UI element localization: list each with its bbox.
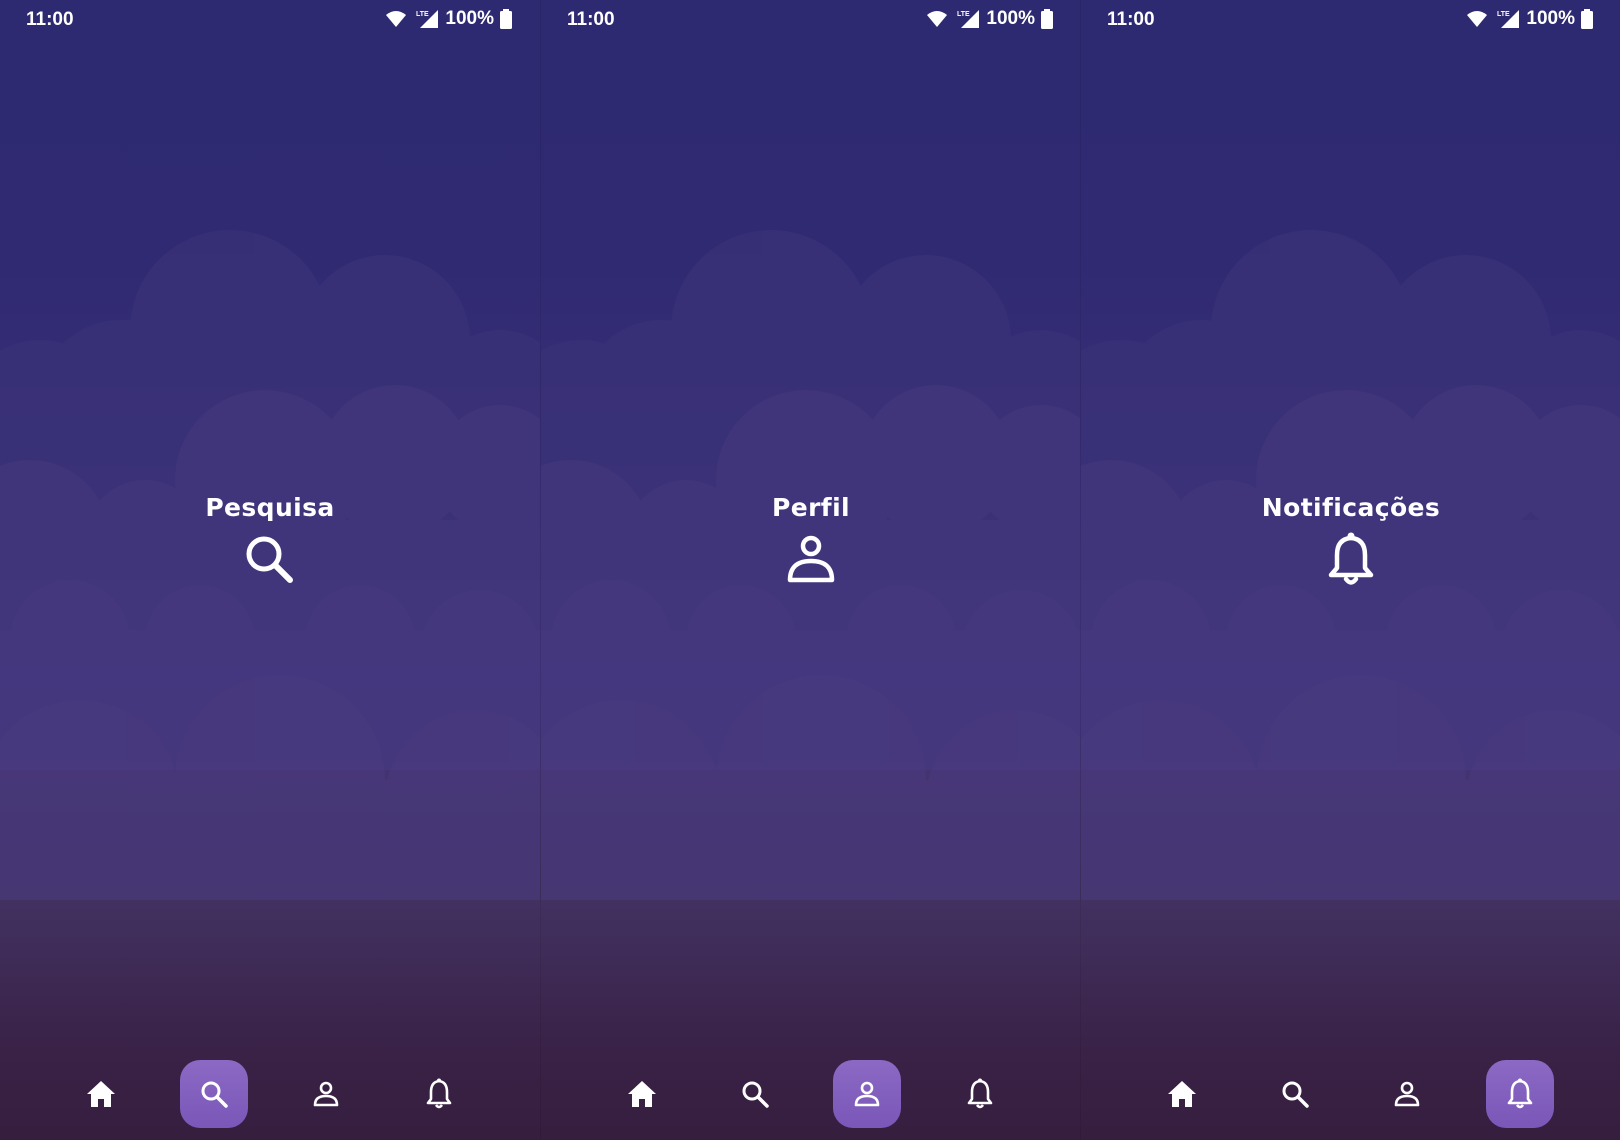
screen-search: 11:00 LTE 100% Pesquisa <box>0 0 540 1140</box>
status-time: 11:00 <box>567 9 615 30</box>
nav-search[interactable] <box>1261 1060 1329 1128</box>
bell-icon <box>1507 1078 1533 1109</box>
person-icon <box>787 535 835 583</box>
nav-search[interactable] <box>180 1060 248 1128</box>
home-icon <box>87 1081 115 1107</box>
search-icon <box>742 1081 769 1108</box>
network-label: LTE <box>957 11 970 18</box>
home-icon <box>628 1081 656 1107</box>
status-time: 11:00 <box>26 9 74 30</box>
nav-notifications[interactable] <box>1486 1060 1554 1128</box>
lte-signal-icon: LTE <box>416 10 439 28</box>
battery-icon <box>1581 9 1593 29</box>
wifi-icon <box>1467 11 1488 27</box>
status-indicators: LTE 100% <box>385 8 512 30</box>
lte-signal-icon: LTE <box>1497 10 1520 28</box>
page-title: Notificações <box>1261 493 1441 522</box>
status-bar: 11:00 LTE 100% <box>1081 0 1620 40</box>
home-icon <box>1168 1081 1196 1107</box>
wifi-icon <box>386 11 407 27</box>
battery-icon <box>1041 9 1053 29</box>
screen-profile: 11:00 LTE 100% Perfil <box>540 0 1081 1140</box>
lte-signal-icon: LTE <box>957 10 980 28</box>
battery-percent: 100% <box>986 8 1035 29</box>
page-header: Pesquisa <box>0 492 540 590</box>
search-icon <box>246 536 293 583</box>
nav-profile[interactable] <box>833 1060 901 1128</box>
nav-home[interactable] <box>1148 1060 1216 1128</box>
status-time: 11:00 <box>1107 9 1155 30</box>
wifi-icon <box>927 11 948 27</box>
network-label: LTE <box>1497 11 1510 18</box>
app-stage: 11:00 LTE 100% Pesquisa 11:00 LTE 100% P… <box>0 0 1620 1140</box>
status-bar: 11:00 LTE 100% <box>541 0 1081 40</box>
nav-notifications[interactable] <box>405 1060 473 1128</box>
battery-percent: 100% <box>445 8 494 29</box>
bell-icon <box>426 1078 452 1109</box>
search-icon <box>1282 1081 1309 1108</box>
bell-icon <box>967 1078 993 1109</box>
person-icon <box>1394 1081 1420 1107</box>
bottom-nav <box>0 1060 540 1128</box>
bottom-nav <box>1081 1060 1620 1128</box>
status-indicators: LTE 100% <box>1466 8 1593 30</box>
nav-home[interactable] <box>608 1060 676 1128</box>
page-header: Perfil <box>541 492 1081 590</box>
network-label: LTE <box>416 11 429 18</box>
screen-notifications: 11:00 LTE 100% Notificações <box>1080 0 1620 1140</box>
bottom-nav <box>541 1060 1081 1128</box>
page-title: Pesquisa <box>205 493 335 522</box>
nav-home[interactable] <box>67 1060 135 1128</box>
nav-profile[interactable] <box>1373 1060 1441 1128</box>
search-icon <box>201 1081 228 1108</box>
nav-notifications[interactable] <box>946 1060 1014 1128</box>
battery-icon <box>500 9 512 29</box>
nav-profile[interactable] <box>292 1060 360 1128</box>
person-icon <box>313 1081 339 1107</box>
status-indicators: LTE 100% <box>926 8 1053 30</box>
status-bar: 11:00 LTE 100% <box>0 0 540 40</box>
page-title: Perfil <box>771 493 851 522</box>
nav-search[interactable] <box>721 1060 789 1128</box>
battery-percent: 100% <box>1526 8 1575 29</box>
page-header: Notificações <box>1081 492 1620 590</box>
person-icon <box>854 1081 880 1107</box>
bell-icon <box>1328 532 1374 585</box>
